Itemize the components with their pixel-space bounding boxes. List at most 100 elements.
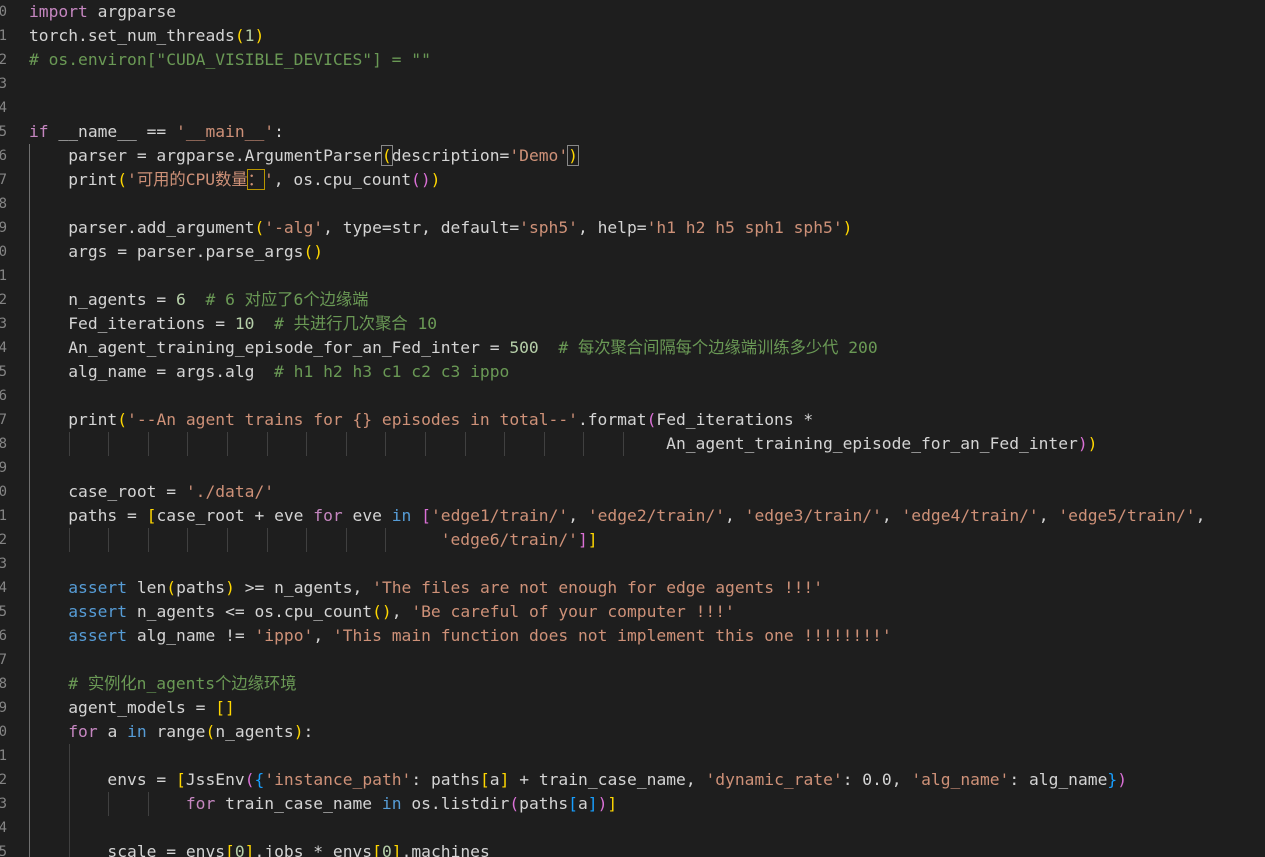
code-line[interactable]: torch.set_num_threads(1) <box>29 24 264 48</box>
code-line[interactable]: paths = [case_root + eve for eve in ['ed… <box>29 504 1205 528</box>
code-token: assert <box>68 626 128 645</box>
line-number: 7 <box>0 652 7 668</box>
code-token: 10 <box>234 314 255 333</box>
code-line[interactable]: parser = argparse.ArgumentParser(descrip… <box>29 144 579 168</box>
line-number: 0 <box>0 4 7 20</box>
code-line[interactable]: An_agent_training_episode_for_an_Fed_int… <box>29 336 877 360</box>
code-line[interactable]: agent_models = [] <box>29 696 235 720</box>
code-token: # 实例化n_agents个边缘环境 <box>29 674 297 693</box>
line-number: 8 <box>0 676 7 692</box>
code-token: ( <box>205 722 216 741</box>
code-token: ) <box>293 722 304 741</box>
code-token: , os.cpu_count <box>273 170 412 189</box>
code-line[interactable]: # 实例化n_agents个边缘环境 <box>29 672 296 696</box>
code-line[interactable]: import argparse <box>29 0 176 24</box>
line-number: 4 <box>0 820 7 836</box>
code-token: ) <box>225 578 235 597</box>
code-token: ) <box>1087 434 1098 453</box>
code-line[interactable]: assert n_agents <= os.cpu_count(), 'Be c… <box>29 600 735 624</box>
code-line[interactable]: args = parser.parse_args() <box>29 240 323 264</box>
code-line[interactable]: Fed_iterations = 10 # 共进行几次聚合 10 <box>29 312 437 336</box>
code-line[interactable]: alg_name = args.alg # h1 h2 h3 c1 c2 c3 … <box>29 360 509 384</box>
code-token: [ <box>225 842 235 857</box>
code-editor[interactable]: 0 1 2 3 4 5 6 7 8 9 0 1 2 3 4 5 6 7 8 9 0 1 2 3 4 5 6 7 8 9 0 1 2 3 4 5 imp… <box>0 0 1265 857</box>
line-number: 7 <box>0 412 7 428</box>
code-token: for <box>185 794 216 813</box>
code-token: n_agents <= os.cpu_count <box>127 602 373 621</box>
code-token: , <box>881 506 902 525</box>
code-token: if <box>29 122 49 141</box>
code-line[interactable]: scale = envs[0].jobs * envs[0].machines <box>29 840 489 857</box>
code-token: .format <box>577 410 647 429</box>
code-token: __name__ == <box>48 122 177 141</box>
code-token: ( <box>380 145 393 166</box>
code-line[interactable]: # os.environ["CUDA_VISIBLE_DEVICES"] = "… <box>29 48 431 72</box>
line-number: 0 <box>0 724 7 740</box>
code-token: 'edge1/train/' <box>430 506 569 525</box>
code-token: agent_models = <box>29 698 216 717</box>
code-line[interactable]: for a in range(n_agents): <box>29 720 313 744</box>
line-number: 5 <box>0 844 7 857</box>
code-token: An_agent_training_episode_for_an_Fed_int… <box>29 434 1078 453</box>
code-token: parser.add_argument <box>29 218 255 237</box>
code-line[interactable]: assert alg_name != 'ippo', 'This main fu… <box>29 624 891 648</box>
line-number: 7 <box>0 172 7 188</box>
code-token: 'ippo' <box>254 626 314 645</box>
code-token: , <box>313 626 333 645</box>
code-line[interactable]: 'edge6/train/']] <box>29 528 598 552</box>
code-line[interactable]: assert len(paths) >= n_agents, 'The file… <box>29 576 823 600</box>
code-token: for <box>313 506 343 525</box>
code-token: case_root + eve <box>156 506 314 525</box>
code-token: ) <box>1077 434 1088 453</box>
code-token: paths <box>176 578 226 597</box>
code-token: Fed_iterations * <box>656 410 814 429</box>
code-token: Fed_iterations = <box>29 314 235 333</box>
code-line[interactable]: print('可用的CPU数量：', os.cpu_count()) <box>29 168 440 192</box>
line-number: 6 <box>0 388 7 404</box>
code-token: in <box>381 794 402 813</box>
code-line[interactable]: print('--An agent trains for {} episodes… <box>29 408 813 432</box>
code-token: 'alg_name' <box>911 770 1010 789</box>
code-line[interactable]: n_agents = 6 # 6 对应了6个边缘端 <box>29 288 368 312</box>
code-token: ( <box>244 770 255 789</box>
code-token: [ <box>146 506 157 525</box>
code-token: ) <box>567 145 579 166</box>
code-line[interactable]: parser.add_argument('-alg', type=str, de… <box>29 216 852 240</box>
code-token: assert <box>68 602 128 621</box>
code-token: 'sph5' <box>519 218 578 237</box>
line-number: 5 <box>0 364 7 380</box>
code-token: a <box>577 794 588 813</box>
code-token: 0 <box>381 842 392 857</box>
line-number: 2 <box>0 532 7 548</box>
code-token: () <box>303 242 324 261</box>
code-token: [ <box>568 794 578 813</box>
code-token: ] <box>587 530 598 549</box>
code-token: , <box>568 506 588 525</box>
code-token: [] <box>215 698 235 717</box>
code-token: An_agent_training_episode_for_an_Fed_int… <box>29 338 510 357</box>
code-token: paths = <box>29 506 147 525</box>
code-line[interactable]: if __name__ == '__main__': <box>29 120 284 144</box>
code-line[interactable]: envs = [JssEnv({'instance_path': paths[a… <box>29 768 1127 792</box>
code-token: ) <box>1117 770 1128 789</box>
line-number: 2 <box>0 772 7 788</box>
code-token: 1 <box>244 26 255 45</box>
code-line[interactable]: An_agent_training_episode_for_an_Fed_int… <box>29 432 1097 456</box>
line-number: 3 <box>0 796 7 812</box>
code-token: , type=str, default= <box>323 218 520 237</box>
code-token: 6 <box>176 290 186 309</box>
code-token: 500 <box>509 338 539 357</box>
line-number: 8 <box>0 196 7 212</box>
code-token: [ <box>479 770 490 789</box>
code-token: 'dynamic_rate' <box>705 770 843 789</box>
code-line[interactable]: case_root = './data/' <box>29 480 274 504</box>
code-line[interactable]: for train_case_name in os.listdir(paths[… <box>29 792 617 816</box>
code-token: ] <box>607 794 618 813</box>
code-token: ( <box>646 410 657 429</box>
code-token: >= n_agents, <box>234 578 373 597</box>
code-token: ] <box>391 842 402 857</box>
line-number: 1 <box>0 508 7 524</box>
